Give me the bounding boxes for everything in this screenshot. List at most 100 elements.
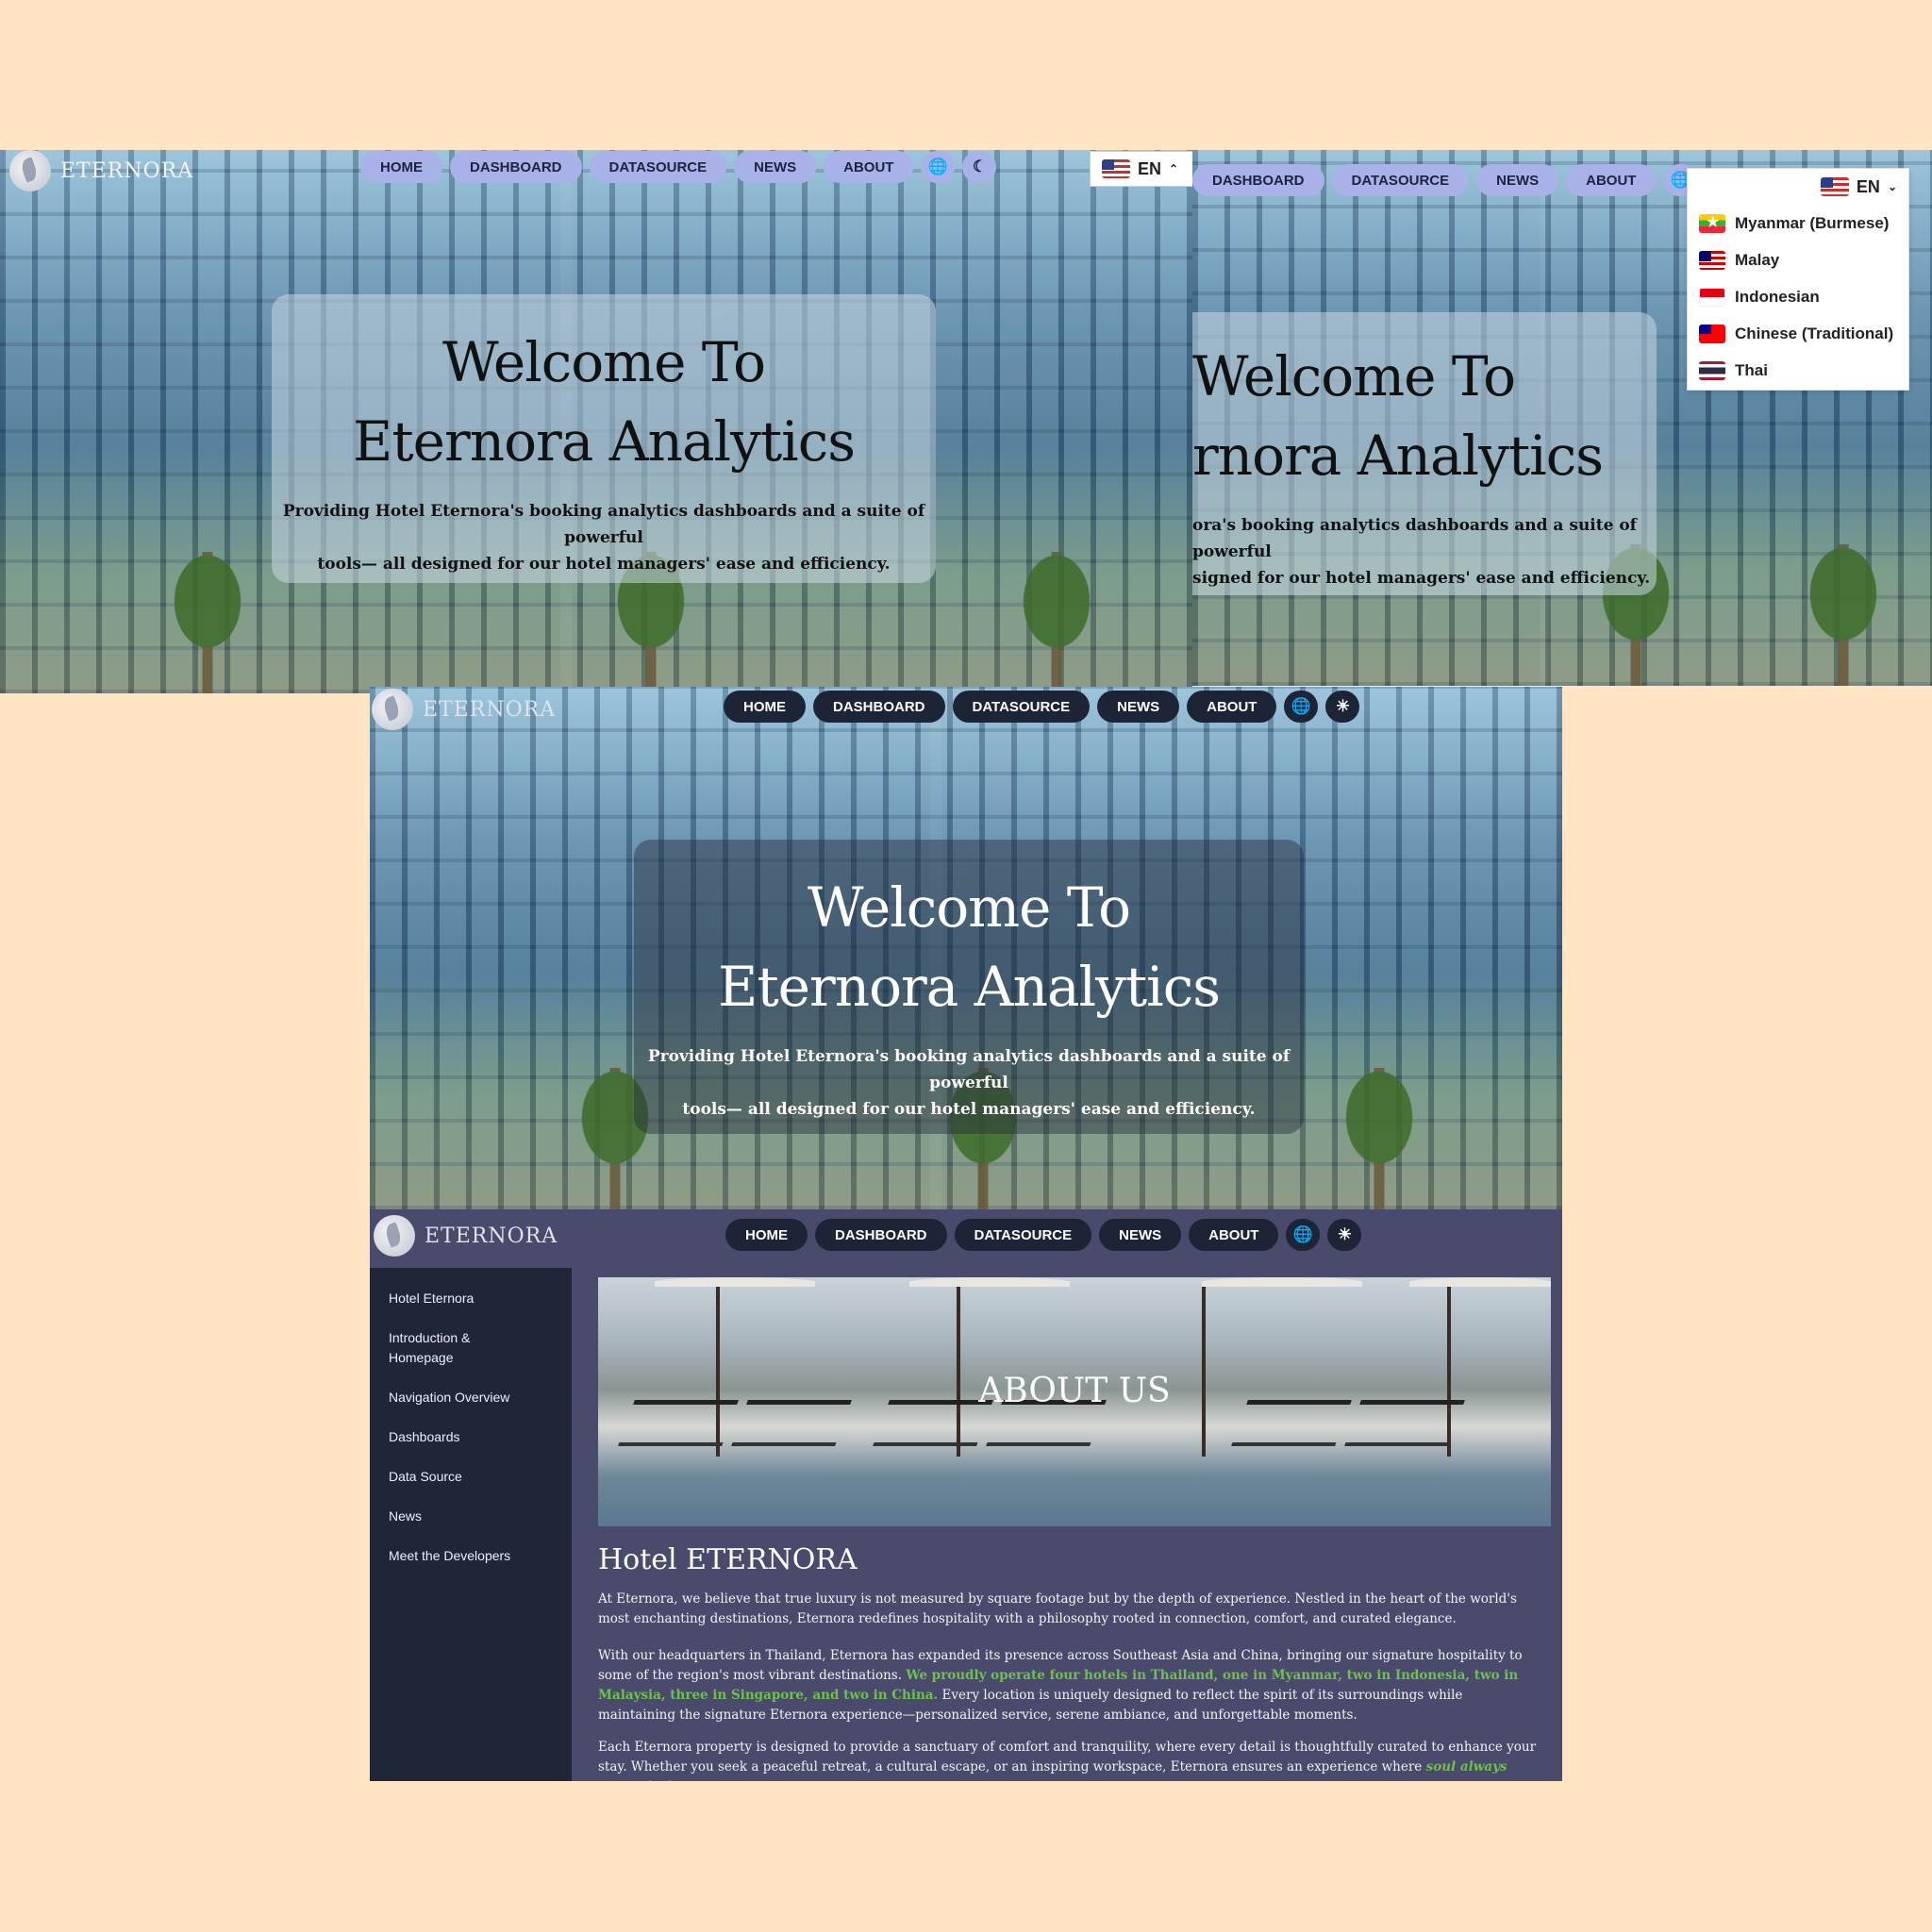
hero-subtitle-line2: signed for our hotel managers' ease and …	[1192, 569, 1651, 588]
nav-home[interactable]: HOME	[725, 1219, 808, 1251]
brand-logo[interactable]: ETERNORA	[372, 689, 556, 730]
hero-title-line2: rnora Analytics	[1192, 424, 1604, 488]
brand-name: ETERNORA	[425, 1224, 558, 1248]
about-p1-text: At Eternora, we believe that true luxury…	[598, 1591, 1517, 1626]
palm-tree	[1777, 544, 1909, 686]
myanmar-flag-icon	[1699, 213, 1725, 233]
nav-home[interactable]: HOME	[724, 691, 806, 723]
brand-logo[interactable]: ETERNORA	[9, 150, 193, 192]
sidebar-item-news[interactable]: News	[370, 1507, 572, 1526]
leaf-logo-icon	[372, 689, 413, 730]
taiwan-flag-icon	[1699, 324, 1725, 343]
welcome-card: Welcome To Eternora Analytics Providing …	[272, 294, 936, 583]
sun-icon[interactable]: ☀	[1327, 1219, 1362, 1251]
nav-about[interactable]: ABOUT	[1189, 1219, 1279, 1251]
globe-icon[interactable]: 🌐	[1286, 1219, 1321, 1251]
hero-subtitle-line2: tools— all designed for our hotel manage…	[317, 555, 891, 574]
nav-datasource[interactable]: DATASOURCE	[589, 151, 727, 183]
light-mode-screenshot: ETERNORA HOME DASHBOARD DATASOURCE NEWS …	[0, 150, 1192, 693]
language-dropdown: EN ⌄ Myanmar (Burmese) Malay Indonesian …	[1687, 168, 1909, 391]
sidebar-item-hotel-eternora[interactable]: Hotel Eternora	[370, 1289, 572, 1308]
hero-title-line1: Welcome To	[1192, 344, 1516, 408]
hero-title-line1: Welcome To	[441, 330, 766, 394]
globe-icon[interactable]: 🌐	[921, 151, 956, 183]
top-header-bar: ETERNORA HOME DASHBOARD DATASOURCE NEWS …	[370, 1209, 1562, 1266]
nav-about[interactable]: ABOUT	[824, 151, 914, 183]
us-flag-icon	[1102, 159, 1130, 178]
nav-news[interactable]: NEWS	[1097, 691, 1180, 723]
about-paragraph-2: With our headquarters in Thailand, Etern…	[598, 1646, 1541, 1725]
language-option-label: Myanmar (Burmese)	[1735, 213, 1890, 232]
about-us-banner: ABOUT US	[598, 1277, 1551, 1526]
language-selector[interactable]: EN ⌃	[1090, 151, 1192, 187]
umbrella	[1202, 1277, 1362, 1287]
language-option-chinese-traditional[interactable]: Chinese (Traditional)	[1688, 315, 1908, 352]
nav-about[interactable]: ABOUT	[1187, 691, 1277, 723]
language-code: EN	[1856, 176, 1880, 196]
hero-subtitle-line1: Providing Hotel Eternora's booking analy…	[647, 1047, 1291, 1092]
language-option-label: Indonesian	[1735, 287, 1820, 306]
thailand-flag-icon	[1699, 360, 1725, 380]
brand-logo[interactable]: ETERNORA	[374, 1215, 558, 1257]
hero-title-line2: Eternora Analytics	[353, 409, 856, 474]
indonesia-flag-icon	[1699, 287, 1725, 307]
moon-icon[interactable]: ☾	[962, 151, 997, 183]
us-flag-icon	[1820, 177, 1849, 196]
welcome-card: Welcome To Eternora Analytics Providing …	[634, 840, 1304, 1134]
language-option-label: Chinese (Traditional)	[1735, 324, 1894, 342]
about-sidebar: Hotel Eternora Introduction & Homepage N…	[370, 1268, 572, 1781]
umbrella	[909, 1277, 1070, 1287]
nav-home[interactable]: HOME	[360, 151, 442, 183]
language-selector[interactable]: EN ⌄	[1688, 169, 1908, 205]
main-nav: DASHBOARD DATASOURCE NEWS ABOUT 🌐	[1192, 164, 1698, 196]
leaf-logo-icon	[9, 150, 51, 192]
nav-news[interactable]: NEWS	[1099, 1219, 1182, 1251]
dark-mode-screenshot: ETERNORA HOME DASHBOARD DATASOURCE NEWS …	[370, 687, 1562, 1209]
brand-name: ETERNORA	[60, 158, 194, 183]
nav-datasource[interactable]: DATASOURCE	[954, 1219, 1092, 1251]
nav-about[interactable]: ABOUT	[1566, 164, 1657, 196]
about-heading: Hotel ETERNORA	[598, 1543, 858, 1576]
nav-news[interactable]: NEWS	[734, 151, 817, 183]
nav-datasource[interactable]: DATASOURCE	[1331, 164, 1470, 196]
nav-dashboard[interactable]: DASHBOARD	[815, 1219, 947, 1251]
nav-dashboard[interactable]: DASHBOARD	[450, 151, 582, 183]
hero-title-line2: Eternora Analytics	[718, 955, 1221, 1019]
about-p3-start: Each Eternora property is designed to pr…	[598, 1740, 1537, 1774]
sidebar-item-data-source[interactable]: Data Source	[370, 1467, 572, 1487]
banner-title: ABOUT US	[978, 1372, 1171, 1410]
chevron-down-icon: ⌄	[1887, 180, 1897, 193]
brand-name: ETERNORA	[423, 697, 557, 722]
main-nav: HOME DASHBOARD DATASOURCE NEWS ABOUT 🌐 ☀	[724, 691, 1360, 723]
palm-tree	[142, 552, 274, 693]
language-dropdown-screenshot: DASHBOARD DATASOURCE NEWS ABOUT 🌐 Welcom…	[1192, 150, 1932, 686]
main-nav: HOME DASHBOARD DATASOURCE NEWS ABOUT 🌐 ☀	[725, 1219, 1362, 1251]
language-option-indonesian[interactable]: Indonesian	[1688, 278, 1908, 315]
palm-tree	[991, 552, 1123, 693]
nav-datasource[interactable]: DATASOURCE	[952, 691, 1091, 723]
sidebar-item-dashboards[interactable]: Dashboards	[370, 1427, 572, 1447]
sidebar-item-introduction[interactable]: Introduction & Homepage	[370, 1328, 511, 1368]
language-option-myanmar[interactable]: Myanmar (Burmese)	[1688, 205, 1908, 242]
umbrella	[655, 1277, 815, 1287]
nav-news[interactable]: NEWS	[1476, 164, 1559, 196]
language-option-malay[interactable]: Malay	[1688, 242, 1908, 278]
chevron-up-icon: ⌃	[1169, 162, 1179, 175]
sidebar-item-navigation-overview[interactable]: Navigation Overview	[370, 1388, 572, 1407]
hero-subtitle-line2: tools— all designed for our hotel manage…	[682, 1100, 1256, 1119]
language-option-label: Malay	[1735, 250, 1780, 269]
language-option-label: Thai	[1735, 360, 1768, 379]
palm-tree	[1313, 1068, 1445, 1209]
nav-dashboard[interactable]: DASHBOARD	[813, 691, 945, 723]
hero-subtitle-line1: ora's booking analytics dashboards and a…	[1192, 516, 1637, 561]
about-paragraph-1: At Eternora, we believe that true luxury…	[598, 1590, 1541, 1629]
language-code: EN	[1138, 158, 1162, 178]
sun-icon[interactable]: ☀	[1325, 691, 1360, 723]
hero-subtitle-line1: Providing Hotel Eternora's booking analy…	[282, 502, 925, 547]
umbrella	[1409, 1277, 1551, 1287]
language-option-thai[interactable]: Thai	[1688, 352, 1908, 389]
globe-icon[interactable]: 🌐	[1284, 691, 1319, 723]
nav-dashboard[interactable]: DASHBOARD	[1192, 164, 1324, 196]
sidebar-item-meet-developers[interactable]: Meet the Developers	[370, 1546, 572, 1566]
about-paragraph-3: Each Eternora property is designed to pr…	[598, 1738, 1541, 1781]
